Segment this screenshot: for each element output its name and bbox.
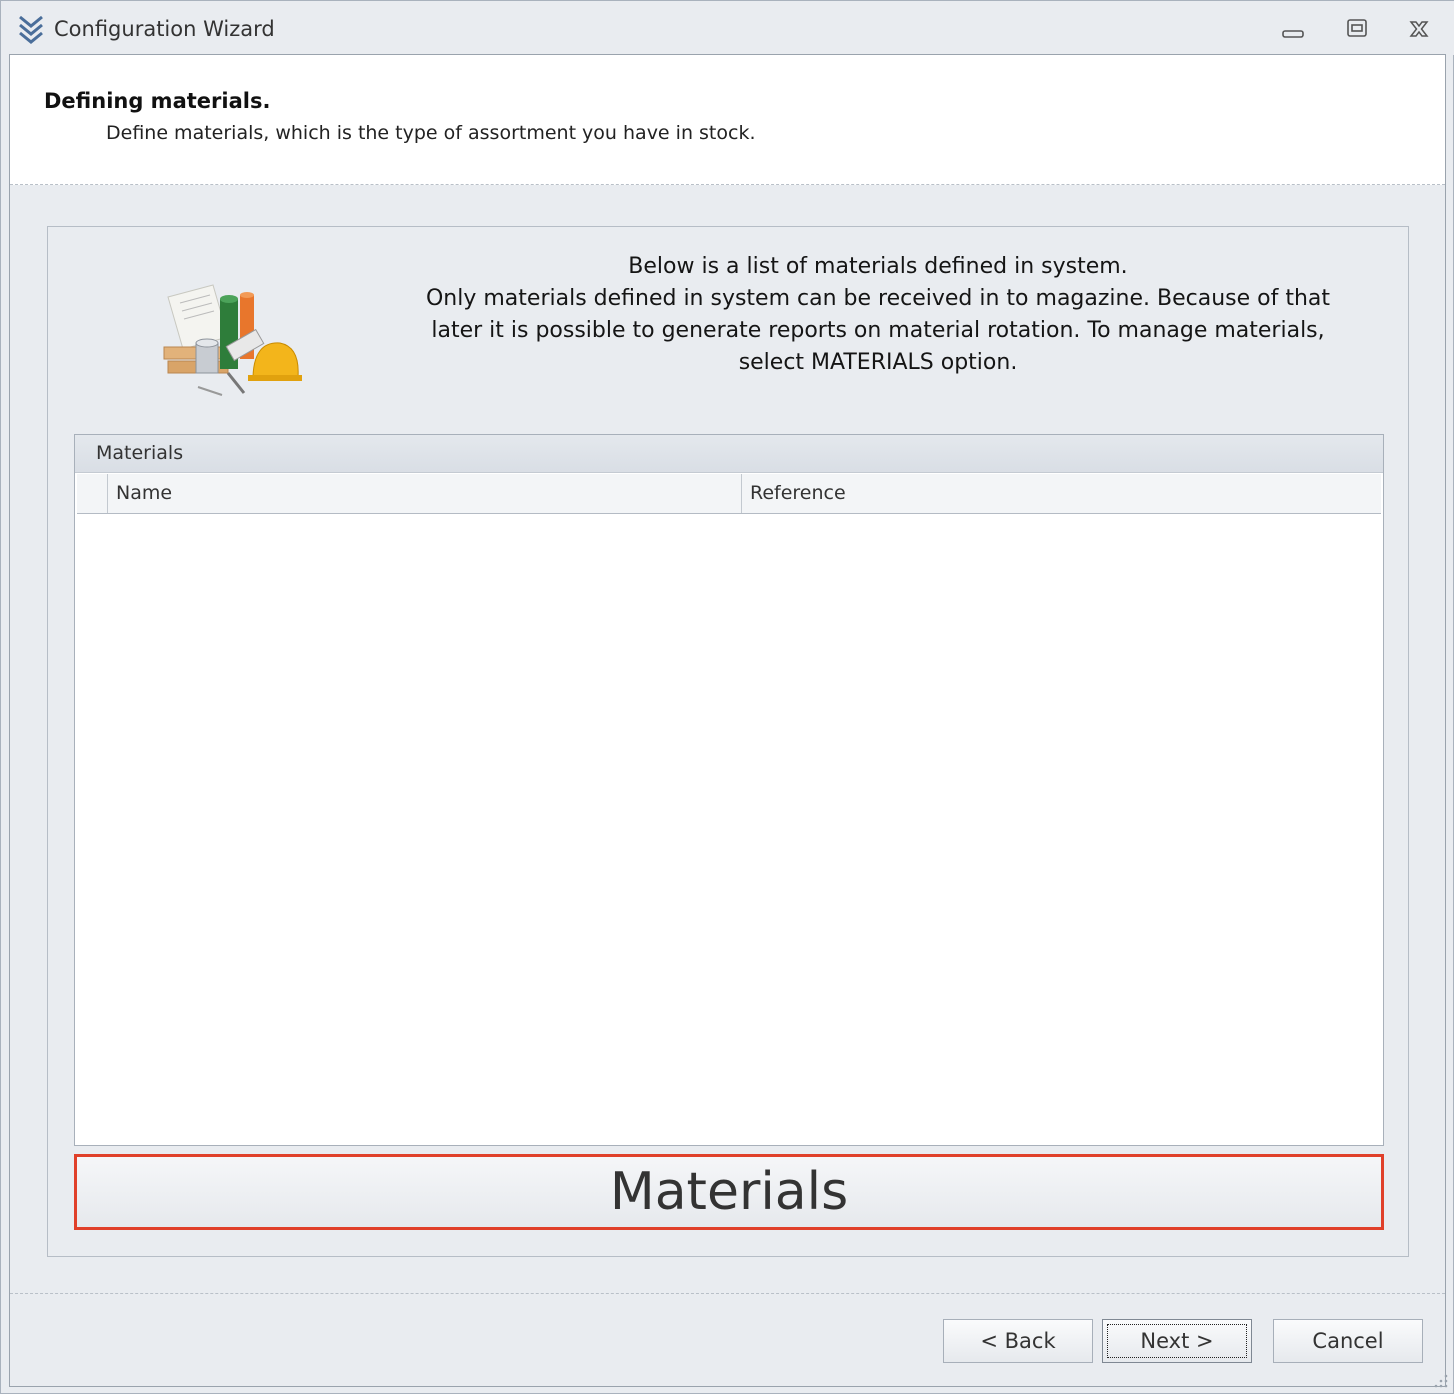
grid-caption: Materials xyxy=(75,435,1383,473)
next-button-label: Next > xyxy=(1140,1329,1214,1353)
row-indicator-header xyxy=(77,474,108,513)
resize-grip-icon[interactable] xyxy=(1431,1371,1449,1389)
footer-separator xyxy=(10,1293,1445,1294)
maximize-icon xyxy=(1347,19,1367,37)
cancel-button-label: Cancel xyxy=(1312,1329,1384,1353)
info-line-1: Below is a list of materials defined in … xyxy=(628,254,1128,279)
column-header-reference[interactable]: Reference xyxy=(743,474,1381,513)
materials-illustration-icon xyxy=(158,277,308,407)
wizard-window: Configuration Wizard Defining materials.… xyxy=(0,0,1454,1394)
next-button[interactable]: Next > xyxy=(1102,1319,1252,1363)
info-text: Below is a list of materials defined in … xyxy=(408,251,1348,379)
content-group: Below is a list of materials defined in … xyxy=(47,226,1409,1257)
wizard-frame: Defining materials. Define materials, wh… xyxy=(9,54,1446,1387)
close-button[interactable] xyxy=(1399,13,1439,45)
back-button-label: < Back xyxy=(980,1329,1056,1353)
window-title: Configuration Wizard xyxy=(54,17,275,41)
column-header-name-label: Name xyxy=(116,482,173,504)
wizard-header: Defining materials. Define materials, wh… xyxy=(10,55,1445,185)
close-icon xyxy=(1409,21,1429,37)
info-line-2: Only materials defined in system can be … xyxy=(425,286,1331,375)
grid-column-header: Name Reference xyxy=(77,474,1381,514)
column-header-name[interactable]: Name xyxy=(109,474,742,513)
minimize-icon xyxy=(1282,30,1304,38)
column-header-reference-label: Reference xyxy=(750,482,846,504)
maximize-button[interactable] xyxy=(1337,13,1377,45)
materials-grid[interactable]: Materials Name Reference xyxy=(74,434,1384,1146)
grid-body[interactable] xyxy=(77,515,1381,1143)
materials-button[interactable]: Materials xyxy=(74,1154,1384,1230)
app-logo-icon xyxy=(17,13,45,45)
grid-caption-label: Materials xyxy=(96,442,184,464)
cancel-button[interactable]: Cancel xyxy=(1273,1319,1423,1363)
minimize-button[interactable] xyxy=(1273,13,1313,45)
back-button[interactable]: < Back xyxy=(943,1319,1093,1363)
page-title: Defining materials. xyxy=(44,89,271,113)
page-description: Define materials, which is the type of a… xyxy=(106,122,756,144)
title-bar: Configuration Wizard xyxy=(1,1,1454,55)
